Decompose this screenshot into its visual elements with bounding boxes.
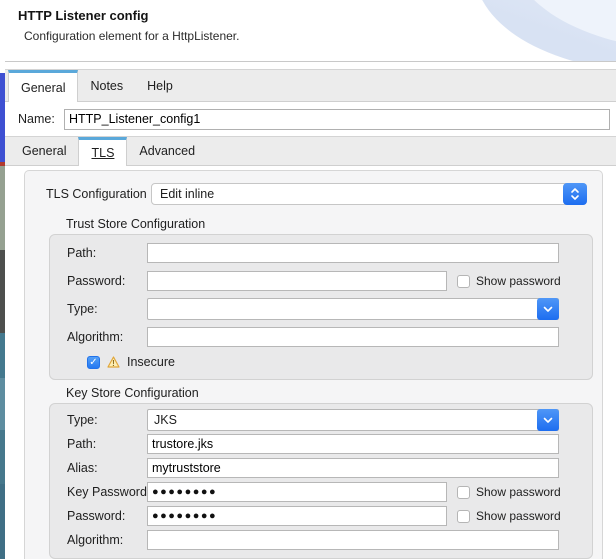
key-store-key-password-input[interactable] bbox=[147, 482, 447, 502]
tls-configuration-label: TLS Configuration bbox=[46, 187, 151, 201]
key-store-type-selected-value: JKS bbox=[148, 410, 558, 430]
chevron-down-icon[interactable] bbox=[537, 298, 559, 320]
warning-icon: ! bbox=[107, 356, 120, 368]
trust-store-section-title: Trust Store Configuration bbox=[66, 217, 602, 231]
page-subtitle: Configuration element for a HttpListener… bbox=[24, 29, 239, 43]
key-store-path-label: Path: bbox=[67, 437, 147, 451]
name-input[interactable] bbox=[64, 109, 610, 130]
trust-store-groupbox: Path: Password: Show password Type: bbox=[49, 234, 593, 380]
key-store-path-input[interactable] bbox=[147, 434, 559, 454]
trust-store-password-label: Password: bbox=[67, 274, 147, 288]
key-store-key-password-row: Key Password: Show password bbox=[67, 480, 592, 504]
tab-help[interactable]: Help bbox=[135, 70, 185, 101]
tls-configuration-selected-value: Edit inline bbox=[152, 184, 586, 204]
insecure-checkbox[interactable]: ✓ bbox=[87, 356, 100, 369]
name-row: Name: bbox=[5, 102, 616, 136]
form-header: HTTP Listener config Configuration eleme… bbox=[5, 0, 616, 62]
key-store-alias-label: Alias: bbox=[67, 461, 147, 475]
key-store-type-label: Type: bbox=[67, 413, 147, 427]
updown-stepper-icon[interactable] bbox=[563, 183, 587, 205]
key-store-algorithm-row: Algorithm: bbox=[67, 528, 592, 552]
key-store-key-password-show-checkbox[interactable] bbox=[457, 486, 470, 499]
subtab-tls[interactable]: TLS bbox=[78, 137, 127, 166]
sub-tab-bar: General TLS Advanced bbox=[5, 136, 616, 166]
trust-store-type-select[interactable] bbox=[147, 298, 559, 320]
trust-store-show-password-checkbox[interactable] bbox=[457, 275, 470, 288]
key-store-password-show-label: Show password bbox=[476, 509, 561, 523]
header-gap bbox=[5, 62, 616, 69]
trust-store-path-row: Path: bbox=[67, 239, 592, 267]
key-store-password-input[interactable] bbox=[147, 506, 447, 526]
key-store-algorithm-input[interactable] bbox=[147, 530, 559, 550]
http-listener-config-dialog: HTTP Listener config Configuration eleme… bbox=[5, 0, 616, 559]
key-store-alias-row: Alias: bbox=[67, 456, 592, 480]
top-tab-bar: General Notes Help bbox=[5, 69, 616, 102]
chevron-down-icon[interactable] bbox=[537, 409, 559, 431]
key-store-password-row: Password: Show password bbox=[67, 504, 592, 528]
key-store-section-title: Key Store Configuration bbox=[66, 386, 602, 400]
svg-text:!: ! bbox=[112, 359, 115, 368]
trust-store-path-label: Path: bbox=[67, 246, 147, 260]
subtab-advanced[interactable]: Advanced bbox=[127, 137, 207, 165]
key-store-type-row: Type: JKS bbox=[67, 408, 592, 432]
trust-store-algorithm-label: Algorithm: bbox=[67, 330, 147, 344]
key-store-path-row: Path: bbox=[67, 432, 592, 456]
trust-store-type-row: Type: bbox=[67, 295, 592, 323]
name-label: Name: bbox=[18, 112, 64, 126]
key-store-type-select[interactable]: JKS bbox=[147, 409, 559, 431]
trust-store-show-password-label: Show password bbox=[476, 274, 561, 288]
key-store-alias-input[interactable] bbox=[147, 458, 559, 478]
subtab-general[interactable]: General bbox=[10, 137, 78, 165]
trust-store-path-input[interactable] bbox=[147, 243, 559, 263]
tls-configuration-select[interactable]: Edit inline bbox=[151, 183, 587, 205]
trust-store-algorithm-input[interactable] bbox=[147, 327, 559, 347]
trust-store-password-input[interactable] bbox=[147, 271, 447, 291]
trust-store-type-label: Type: bbox=[67, 302, 147, 316]
key-store-groupbox: Type: JKS Path: Alias: bbox=[49, 403, 593, 559]
key-store-password-show-checkbox[interactable] bbox=[457, 510, 470, 523]
page-title: HTTP Listener config bbox=[18, 8, 149, 23]
tab-notes[interactable]: Notes bbox=[78, 70, 135, 101]
trust-store-password-row: Password: Show password bbox=[67, 267, 592, 295]
tls-tab-content: TLS Configuration Edit inline Trust Stor… bbox=[5, 170, 616, 559]
key-store-key-password-label: Key Password: bbox=[67, 485, 147, 499]
key-store-key-password-show-label: Show password bbox=[476, 485, 561, 499]
tab-general[interactable]: General bbox=[8, 70, 78, 102]
key-store-algorithm-label: Algorithm: bbox=[67, 533, 147, 547]
tls-configuration-row: TLS Configuration Edit inline bbox=[25, 171, 602, 209]
tls-panel: TLS Configuration Edit inline Trust Stor… bbox=[24, 170, 603, 559]
insecure-label: Insecure bbox=[127, 355, 175, 369]
trust-store-algorithm-row: Algorithm: bbox=[67, 323, 592, 351]
insecure-row: ✓ ! Insecure bbox=[87, 351, 592, 373]
key-store-password-label: Password: bbox=[67, 509, 147, 523]
